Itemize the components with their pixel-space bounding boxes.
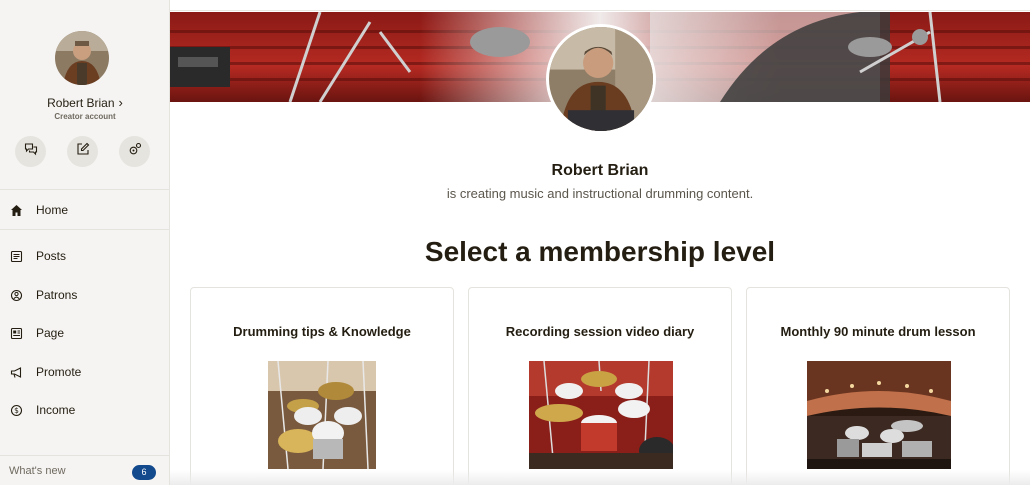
membership-section-title: Select a membership level <box>424 236 776 267</box>
tier-card[interactable]: Recording session video diary <box>468 287 732 485</box>
creator-name: Robert Brian <box>47 96 115 110</box>
creator-profile: Robert Brian › Creator account <box>0 0 170 190</box>
bottom-fade <box>170 470 1030 485</box>
patrons-icon <box>9 288 23 302</box>
sidebar-item-label: Promote <box>36 365 82 379</box>
sidebar-item-page[interactable]: Page <box>0 314 170 352</box>
svg-text:$: $ <box>14 406 19 415</box>
tier-title: Recording session video diary <box>505 324 695 339</box>
sidebar-item-label: Posts <box>36 249 67 263</box>
creator-name-link[interactable]: Robert Brian › <box>0 95 170 110</box>
create-post-button[interactable] <box>67 136 98 167</box>
creator-avatar[interactable] <box>55 31 109 85</box>
tier-image <box>529 361 673 469</box>
megaphone-icon <box>9 365 23 379</box>
sidebar-item-promote[interactable]: Promote <box>0 353 170 391</box>
settings-gear-icon <box>128 142 142 161</box>
tier-image <box>807 361 951 469</box>
sidebar-item-home[interactable]: Home <box>0 191 170 229</box>
sidebar-item-patrons[interactable]: Patrons <box>0 276 170 314</box>
dollar-circle-icon: $ <box>9 403 23 417</box>
page-icon <box>9 326 23 340</box>
sidebar-item-label: Home <box>36 203 69 217</box>
creator-account-type: Creator account <box>54 112 116 121</box>
sidebar-item-posts[interactable]: Posts <box>0 237 170 275</box>
top-bar <box>170 0 1030 11</box>
creator-page-avatar <box>546 24 656 134</box>
sidebar-item-label: Page <box>36 326 65 340</box>
edit-post-icon <box>76 142 90 161</box>
tier-title: Drumming tips & Knowledge <box>233 324 411 339</box>
posts-icon <box>9 249 23 263</box>
tier-card[interactable]: Monthly 90 minute drum lesson <box>746 287 1010 485</box>
chat-bubbles-icon <box>24 142 38 161</box>
creator-tagline: is creating music and instructional drum… <box>446 186 754 201</box>
main-content: Robert Brian is creating music and instr… <box>170 0 1030 485</box>
whats-new-label: What's new <box>9 465 66 477</box>
tier-card[interactable]: Drumming tips & Knowledge <box>190 287 454 485</box>
sidebar: Robert Brian › Creator account Home Post… <box>0 0 170 485</box>
nav-divider <box>0 229 170 230</box>
settings-button[interactable] <box>119 136 150 167</box>
sidebar-item-label: Income <box>36 403 76 417</box>
messages-button[interactable] <box>15 136 46 167</box>
whats-new-link[interactable]: What's new 6 <box>0 455 170 485</box>
tier-title: Monthly 90 minute drum lesson <box>780 324 976 339</box>
tier-image <box>268 361 376 469</box>
home-icon <box>9 203 23 217</box>
whats-new-count-badge: 6 <box>132 465 156 480</box>
creator-page-name: Robert Brian <box>551 162 649 179</box>
chevron-right-icon: › <box>118 95 123 110</box>
sidebar-item-label: Patrons <box>36 288 78 302</box>
sidebar-item-income[interactable]: $ Income <box>0 391 170 429</box>
